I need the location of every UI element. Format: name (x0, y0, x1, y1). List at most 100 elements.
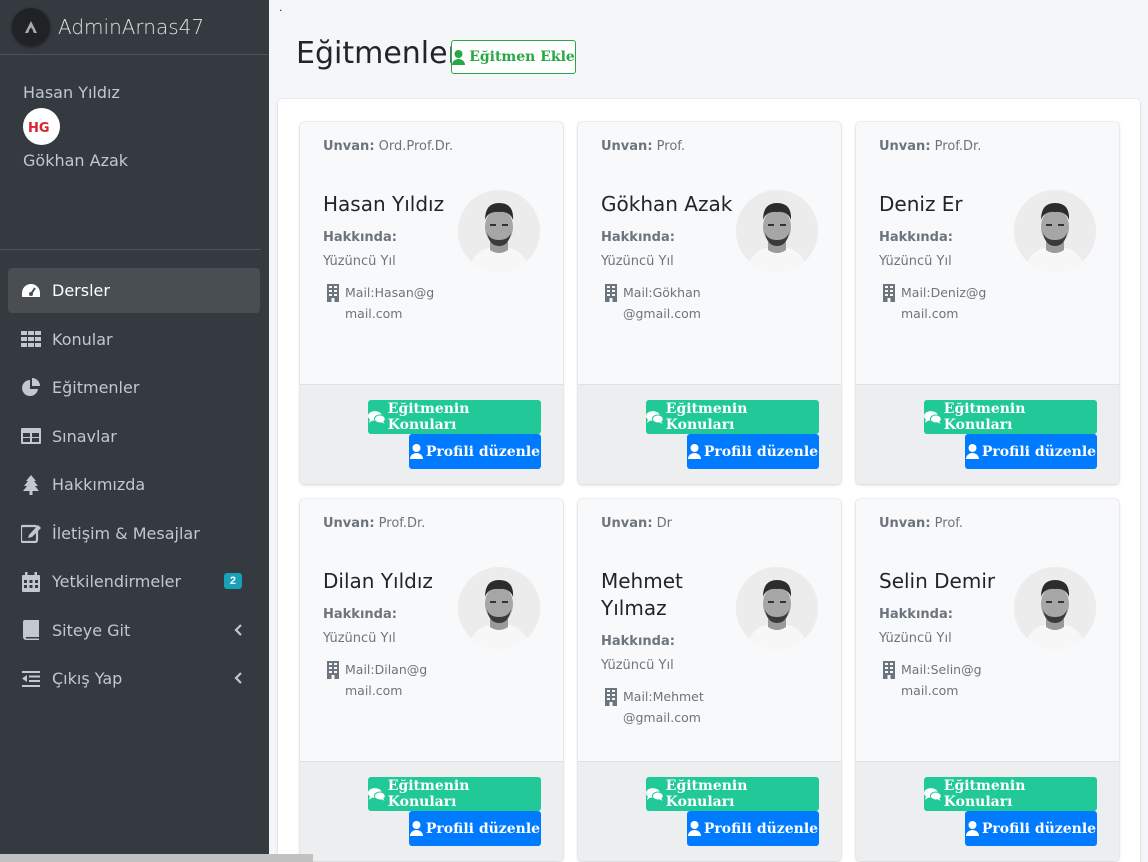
academic-title: Ord.Prof.Dr. (378, 139, 454, 154)
comments-icon (646, 410, 664, 424)
mail-text: Mail:Dilan@gmail.com (345, 662, 428, 698)
sidebar-item-cikis-yap[interactable]: Çıkış Yap (8, 656, 260, 701)
horizontal-scrollbar[interactable] (0, 854, 313, 862)
sidebar-item-siteye-git[interactable]: Siteye Git (8, 608, 260, 653)
instructor-topics-button[interactable]: Eğitmenin Konuları (924, 400, 1097, 434)
about-value: Yüzüncü Yıl (323, 254, 396, 269)
card-footer: Eğitmenin Konuları Profili düzenle (856, 384, 1119, 484)
academic-title: Dr (656, 516, 673, 531)
title-line: Unvan: Dr (601, 516, 672, 531)
instructor-name: Selin Demir (879, 569, 996, 593)
about-value: Yüzüncü Yıl (879, 254, 952, 269)
sidebar-item-label: Eğitmenler (52, 378, 140, 397)
title-label: Unvan: (323, 516, 375, 531)
sidebar: AdminArnas47 Hasan Yıldız HG Gökhan Azak… (0, 0, 269, 862)
about-value: Yüzüncü Yıl (323, 631, 396, 646)
profile-label: Profili düzenle (425, 443, 541, 460)
outdent-icon (20, 668, 42, 690)
sidebar-item-label: Konular (52, 329, 113, 349)
user-name-primary[interactable]: Hasan Yıldız (23, 83, 261, 103)
sidebar-item-iletisim[interactable]: İletişim & Mesajlar (8, 511, 260, 556)
instructor-name: Hasan Yıldız (323, 192, 445, 216)
sidebar-item-label: Siteye Git (52, 620, 131, 640)
about-label: Hakkında: (601, 634, 675, 649)
instructor-topics-button[interactable]: Eğitmenin Konuları (368, 400, 541, 434)
sidebar-item-yetkilendirmeler[interactable]: Yetkilendirmeler 2 (8, 559, 260, 604)
about-label: Hakkında: (323, 230, 397, 245)
comments-icon (368, 787, 386, 801)
edit-profile-button[interactable]: Profili düzenle (687, 811, 819, 846)
mail-text: Mail:Hasan@gmail.com (345, 285, 435, 321)
instructor-card: Unvan: Prof. Selin Demir Hakkında: Yüzün… (856, 499, 1119, 861)
book-icon (20, 619, 42, 641)
mail-line: Mail:Mehmet@gmail.com (605, 686, 713, 728)
comments-icon (646, 787, 664, 801)
title-line: Unvan: Prof.Dr. (879, 139, 981, 154)
sidebar-item-sinavlar[interactable]: Sınavlar (8, 414, 260, 459)
edit-profile-button[interactable]: Profili düzenle (965, 434, 1097, 469)
topics-label: Eğitmenin Konuları (665, 778, 748, 810)
comments-icon (368, 410, 386, 424)
user-icon (452, 49, 466, 65)
instructor-topics-button[interactable]: Eğitmenin Konuları (368, 777, 541, 811)
title-label: Unvan: (879, 516, 931, 531)
topics-label: Eğitmenin Konuları (943, 778, 1026, 810)
title-label: Unvan: (323, 139, 375, 154)
sidebar-item-label: Yetkilendirmeler (52, 572, 182, 591)
title-line: Unvan: Prof. (879, 516, 963, 531)
instructor-topics-button[interactable]: Eğitmenin Konuları (924, 777, 1097, 811)
edit-icon (20, 522, 42, 544)
calendar-icon (20, 571, 42, 593)
about-value: Yüzüncü Yıl (601, 254, 674, 269)
about-label: Hakkında: (323, 607, 397, 622)
edit-profile-button[interactable]: Profili düzenle (409, 811, 541, 846)
brand-logo-icon (12, 8, 50, 46)
user-icon (965, 444, 979, 459)
sidebar-item-label: Çıkış Yap (52, 669, 123, 688)
instructor-card: Unvan: Prof.Dr. Dilan Yıldız Hakkında: Y… (300, 499, 563, 861)
tachometer-icon (20, 280, 42, 302)
title-line: Unvan: Prof.Dr. (323, 516, 425, 531)
grid-icon (20, 328, 42, 350)
user-icon (409, 444, 423, 459)
instructor-topics-button[interactable]: Eğitmenin Konuları (646, 400, 819, 434)
edit-profile-button[interactable]: Profili düzenle (409, 434, 541, 469)
topics-label: Eğitmenin Konuları (387, 778, 470, 810)
topics-label: Eğitmenin Konuları (387, 401, 470, 433)
add-instructor-button[interactable]: Eğitmen Ekle (451, 40, 576, 74)
profile-label: Profili düzenle (703, 443, 819, 460)
sidebar-item-egitmenler[interactable]: Eğitmenler (8, 365, 260, 410)
edit-profile-button[interactable]: Profili düzenle (965, 811, 1097, 846)
about-label: Hakkında: (879, 607, 953, 622)
instructor-photo (736, 190, 818, 272)
topics-label: Eğitmenin Konuları (943, 401, 1026, 433)
avatar: HG (23, 108, 60, 145)
sidebar-item-dersler[interactable]: Dersler (8, 268, 260, 313)
comments-icon (924, 787, 942, 801)
brand-link[interactable]: AdminArnas47 (0, 0, 269, 55)
mail-line: Mail:Gökhan@gmail.com (605, 282, 713, 324)
academic-title: Prof. (656, 139, 686, 154)
mail-line: Mail:Selin@gmail.com (883, 659, 991, 701)
table-icon (20, 425, 42, 447)
chevron-left-icon (234, 623, 242, 641)
tree-icon (20, 474, 42, 496)
instructor-topics-button[interactable]: Eğitmenin Konuları (646, 777, 819, 811)
building-icon (605, 284, 617, 324)
building-icon (605, 688, 617, 728)
sidebar-item-konular[interactable]: Konular (8, 317, 260, 362)
building-icon (327, 661, 339, 701)
mail-text: Mail:Deniz@gmail.com (901, 285, 987, 321)
card-footer: Eğitmenin Konuları Profili düzenle (300, 384, 563, 484)
sidebar-item-hakkimizda[interactable]: Hakkımızda (8, 462, 260, 507)
instructor-name: Gökhan Azak (601, 192, 733, 216)
topics-label: Eğitmenin Konuları (665, 401, 748, 433)
academic-title: Prof.Dr. (378, 516, 426, 531)
user-name-secondary[interactable]: Gökhan Azak (23, 151, 261, 171)
building-icon (327, 284, 339, 324)
notification-badge: 2 (223, 573, 242, 589)
edit-profile-button[interactable]: Profili düzenle (687, 434, 819, 469)
title-label: Unvan: (601, 516, 653, 531)
stray-dot: . (279, 0, 283, 14)
pie-chart-icon (20, 377, 42, 399)
